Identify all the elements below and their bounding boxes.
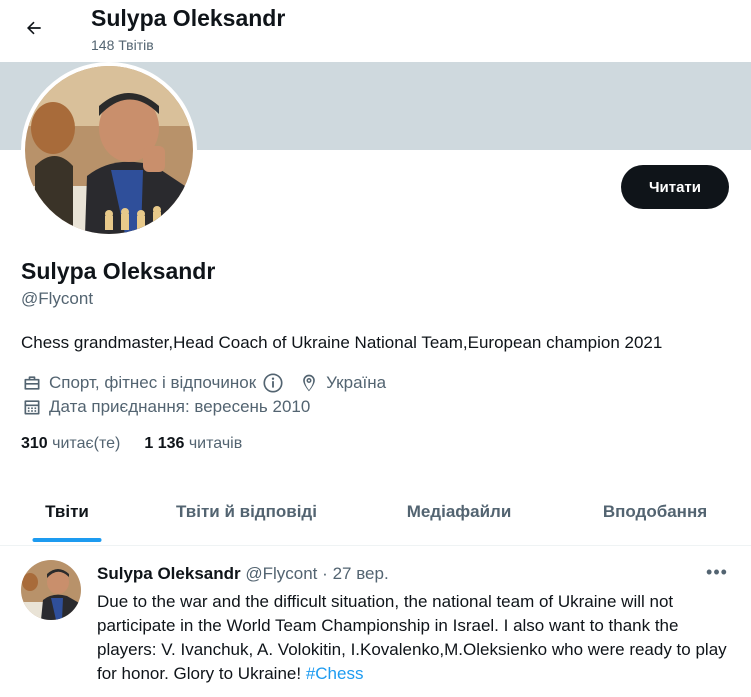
tweet-author-name[interactable]: Sulypa Oleksandr xyxy=(97,564,241,583)
follow-button[interactable]: Читати xyxy=(621,165,729,209)
followers-link[interactable]: 1 136 читачів xyxy=(144,435,242,453)
tweet-avatar-photo xyxy=(21,560,81,620)
profile-name: Sulypa Oleksandr xyxy=(21,258,216,284)
tweet-separator: · xyxy=(322,564,328,583)
profile-meta-row: Спорт, фітнес і відпочинок Україна xyxy=(21,372,386,394)
tab-active-indicator xyxy=(32,538,102,542)
following-link[interactable]: 310 читає(те) xyxy=(21,435,120,453)
tab-likes[interactable]: Вподобання xyxy=(559,480,751,544)
hashtag-link[interactable]: #Chess xyxy=(306,664,364,683)
tweet-date[interactable]: 27 вер. xyxy=(333,564,389,583)
location-pin-icon xyxy=(298,372,320,394)
briefcase-icon xyxy=(21,372,43,394)
profile-location: Україна xyxy=(326,373,387,392)
tab-tweets-replies[interactable]: Твіти й відповіді xyxy=(134,480,359,544)
header-title: Sulypa Oleksandr xyxy=(91,5,286,31)
profile-joined-row: Дата приєднання: вересень 2010 xyxy=(21,396,310,418)
more-horizontal-icon[interactable]: ••• xyxy=(701,560,733,584)
back-button[interactable] xyxy=(16,10,52,46)
tweet-header: Sulypa Oleksandr @Flycont · 27 вер. xyxy=(97,564,389,584)
tweet-text: Due to the war and the difficult situati… xyxy=(97,592,727,683)
profile-bio: Chess grandmaster,Head Coach of Ukraine … xyxy=(21,333,663,352)
tweet-count: 148 Твітів xyxy=(91,37,154,53)
tweet-author-handle[interactable]: @Flycont xyxy=(245,564,317,583)
calendar-icon xyxy=(21,396,43,418)
profile-tabs: Твіти Твіти й відповіді Медіафайли Вподо… xyxy=(0,480,751,544)
profile-avatar[interactable] xyxy=(21,62,197,238)
avatar-photo xyxy=(25,66,193,234)
tweet-avatar[interactable] xyxy=(21,560,81,620)
info-icon[interactable] xyxy=(262,372,284,394)
profile-handle: @Flycont xyxy=(21,289,94,308)
tab-tweets[interactable]: Твіти xyxy=(0,480,134,544)
arrow-left-icon xyxy=(27,21,41,35)
follow-stats: 310 читає(те) 1 136 читачів xyxy=(21,435,242,453)
profile-joined: Дата приєднання: вересень 2010 xyxy=(49,397,311,416)
tweet[interactable]: Sulypa Oleksandr @Flycont · 27 вер. ••• … xyxy=(0,546,751,697)
profile-category[interactable]: Спорт, фітнес і відпочинок xyxy=(49,373,256,393)
tab-media[interactable]: Медіафайли xyxy=(359,480,559,544)
profile-header: Sulypa Oleksandr 148 Твітів xyxy=(0,0,751,62)
